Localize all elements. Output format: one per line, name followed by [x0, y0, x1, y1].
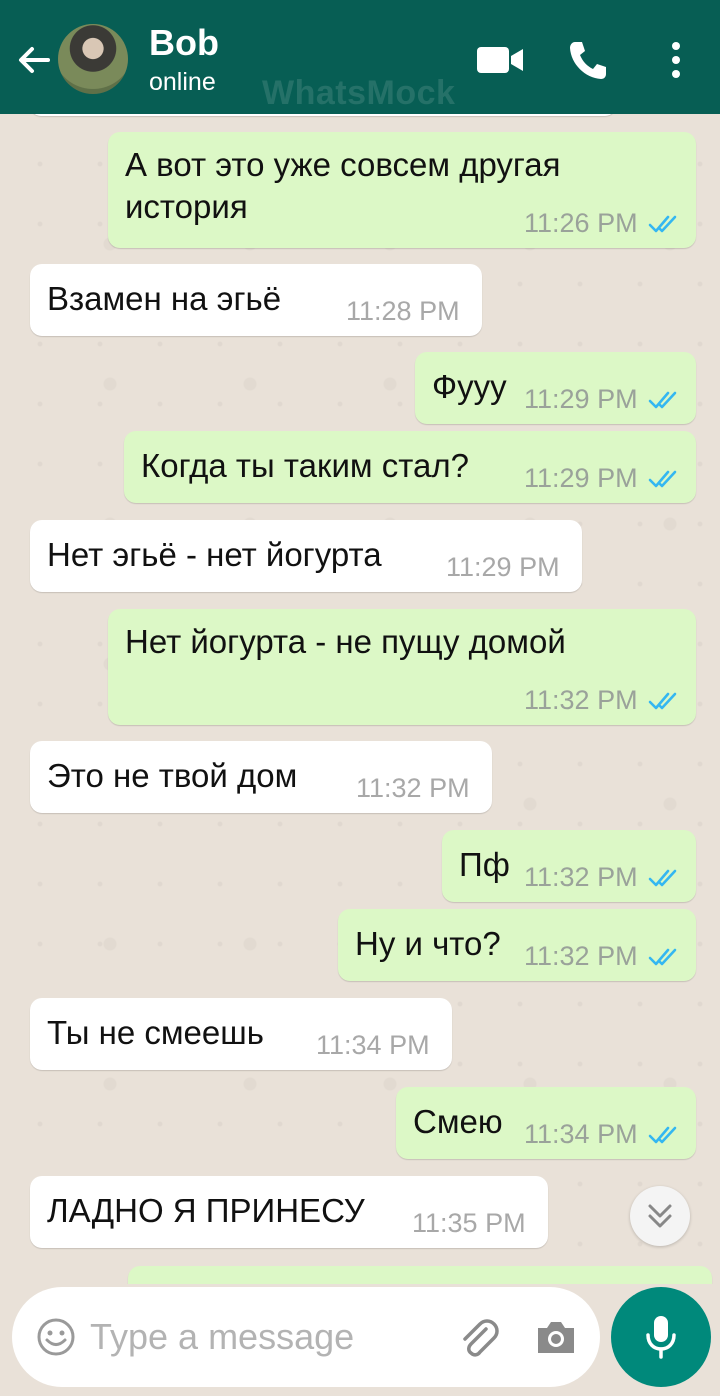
message-timestamp: 11:34 PM: [316, 1030, 430, 1060]
outgoing-message[interactable]: А вот это уже совсем другая история 11:26…: [108, 132, 696, 248]
message-timestamp: 11:32 PM: [524, 941, 638, 971]
message-timestamp: 11:28 PM: [346, 296, 460, 326]
read-receipt-icon: [648, 869, 677, 887]
message-input[interactable]: [90, 1311, 430, 1363]
message-text: Пф: [459, 846, 510, 883]
outgoing-message[interactable]: Нет йогурта - не пущу домой 11:32 PM: [108, 609, 696, 725]
message-composer: [12, 1287, 600, 1387]
incoming-message[interactable]: Нет эгьё - нет йогурта 11:29 PM: [30, 520, 582, 592]
read-receipt-icon: [648, 692, 677, 710]
outgoing-message[interactable]: Пф 11:32 PM: [442, 830, 696, 902]
incoming-message[interactable]: Ты не смеешь 11:34 PM: [30, 998, 452, 1070]
message-timestamp: 11:29 PM: [446, 552, 560, 582]
outgoing-message[interactable]: Когда ты таким стал? 11:29 PM: [124, 431, 696, 503]
video-camera-icon[interactable]: [474, 40, 526, 80]
outgoing-message[interactable]: Смею 11:34 PM: [396, 1087, 696, 1159]
message-partial: [30, 114, 616, 116]
read-receipt-icon: [648, 470, 677, 488]
message-text: Смею: [413, 1103, 503, 1140]
arrow-left-icon[interactable]: [14, 40, 54, 80]
message-timestamp: 11:29 PM: [524, 384, 638, 414]
chat-area[interactable]: А вот это уже совсем другая история 11:26…: [0, 114, 720, 1284]
mic-button[interactable]: [611, 1287, 711, 1387]
message-text: Ты не смеешь: [47, 1014, 264, 1051]
message-timestamp: 11:32 PM: [524, 685, 638, 715]
phone-icon[interactable]: [566, 38, 610, 82]
message-text: ЛАДНО Я ПРИНЕСУ: [47, 1192, 365, 1229]
emoji-icon[interactable]: [36, 1317, 76, 1357]
scroll-down-button[interactable]: [630, 1186, 690, 1246]
read-receipt-icon: [648, 215, 677, 233]
message-text: А вот это уже совсем другая история: [125, 146, 561, 225]
contact-status: online: [149, 68, 216, 96]
chat-header: Bob online WhatsMock: [0, 0, 720, 114]
outgoing-message[interactable]: Фууу 11:29 PM: [415, 352, 696, 424]
message-timestamp: 11:32 PM: [524, 862, 638, 892]
watermark: WhatsMock: [262, 74, 456, 112]
message-text: Нет йогурта - не пущу домой: [125, 623, 566, 660]
read-receipt-icon: [648, 1126, 677, 1144]
incoming-message[interactable]: Это не твой дом 11:32 PM: [30, 741, 492, 813]
message-timestamp: 11:29 PM: [524, 463, 638, 493]
message-timestamp: 11:35 PM: [412, 1208, 526, 1238]
message-text: Ну и что?: [355, 925, 501, 962]
read-receipt-icon: [648, 948, 677, 966]
message-text: Нет эгьё - нет йогурта: [47, 536, 382, 573]
message-partial: [128, 1266, 712, 1284]
more-vertical-icon[interactable]: [662, 38, 690, 82]
contact-name[interactable]: Bob: [149, 22, 219, 64]
read-receipt-icon: [648, 391, 677, 409]
incoming-message[interactable]: Взамен на эгьё 11:28 PM: [30, 264, 482, 336]
outgoing-message[interactable]: Ну и что? 11:32 PM: [338, 909, 696, 981]
paperclip-icon[interactable]: [456, 1315, 500, 1359]
microphone-icon: [646, 1316, 676, 1359]
message-timestamp: 11:26 PM: [524, 208, 638, 238]
message-text: Это не твой дом: [47, 757, 298, 794]
avatar[interactable]: [58, 24, 128, 94]
camera-icon[interactable]: [534, 1317, 578, 1357]
message-timestamp: 11:34 PM: [524, 1119, 638, 1149]
message-text: Фууу: [432, 368, 507, 405]
message-text: Когда ты таким стал?: [141, 447, 469, 484]
incoming-message[interactable]: ЛАДНО Я ПРИНЕСУ 11:35 PM: [30, 1176, 548, 1248]
double-chevron-down-icon: [648, 1204, 672, 1228]
message-text: Взамен на эгьё: [47, 280, 282, 317]
message-timestamp: 11:32 PM: [356, 773, 470, 803]
